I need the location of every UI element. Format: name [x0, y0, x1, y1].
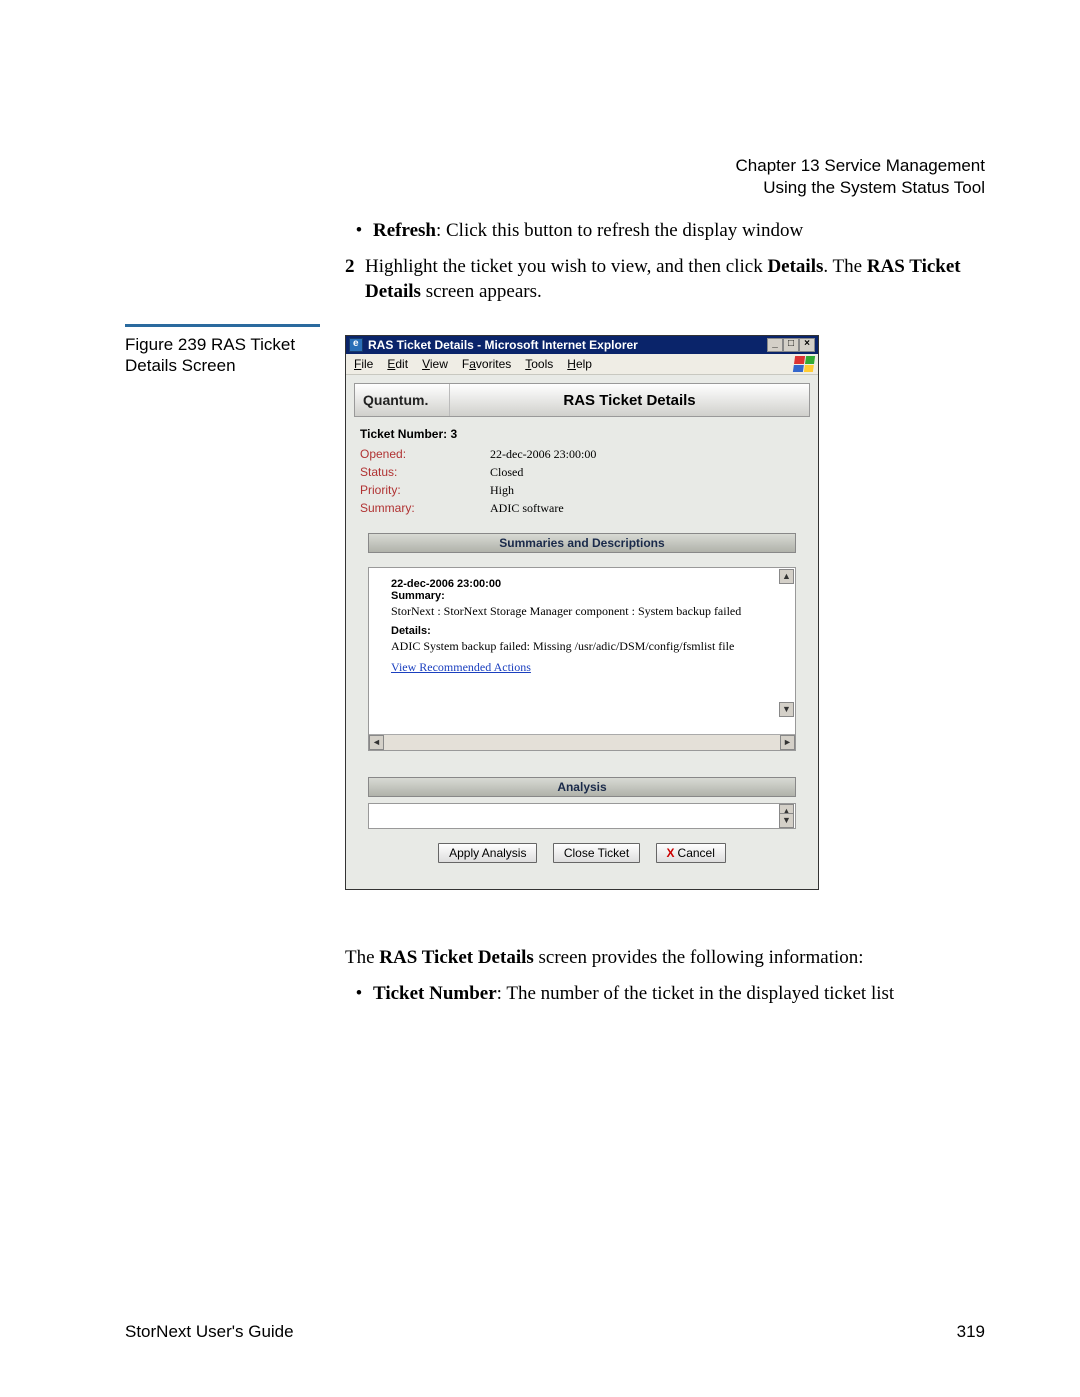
analysis-section-bar: Analysis	[368, 777, 796, 797]
menu-help[interactable]: Help	[567, 357, 592, 371]
cancel-x-icon: X	[667, 846, 675, 860]
menubar: File Edit View Favorites Tools Help	[346, 354, 818, 375]
scroll-right-button[interactable]: ►	[780, 735, 795, 750]
close-ticket-button[interactable]: Close Ticket	[553, 843, 640, 863]
body-text: • Refresh: Click this button to refresh …	[345, 218, 985, 305]
view-recommended-actions-link[interactable]: View Recommended Actions	[391, 660, 531, 674]
analysis-input[interactable]: ▲ ▼	[368, 803, 796, 829]
after-figure-text: The RAS Ticket Details screen provides t…	[345, 945, 985, 1006]
maximize-button[interactable]: □	[783, 338, 799, 352]
menu-tools[interactable]: Tools	[525, 357, 553, 371]
summary-value: ADIC software	[490, 501, 564, 516]
entry-summary-label: Summary:	[391, 590, 773, 602]
cancel-button[interactable]: XCancel	[656, 843, 726, 863]
priority-label: Priority:	[360, 483, 490, 498]
browser-window: RAS Ticket Details - Microsoft Internet …	[345, 335, 819, 890]
scroll-down-button[interactable]: ▼	[779, 702, 794, 717]
opened-label: Opened:	[360, 447, 490, 462]
bullet-text: Ticket Number: The number of the ticket …	[373, 981, 894, 1007]
brand-logo: Quantum.	[355, 384, 450, 416]
windows-logo-icon	[793, 356, 815, 372]
entry-timestamp: 22-dec-2006 23:00:00	[391, 578, 773, 590]
opened-value: 22-dec-2006 23:00:00	[490, 447, 596, 462]
figure-caption: Figure 239 RAS Ticket Details Screen	[125, 334, 320, 377]
priority-value: High	[490, 483, 514, 498]
status-value: Closed	[490, 465, 523, 480]
summaries-section-bar: Summaries and Descriptions	[368, 533, 796, 553]
minimize-button[interactable]: _	[767, 338, 783, 352]
status-label: Status:	[360, 465, 490, 480]
summary-label: Summary:	[360, 501, 490, 516]
ie-icon	[349, 338, 363, 352]
entry-details-text: ADIC System backup failed: Missing /usr/…	[391, 639, 773, 654]
summaries-pane: 22-dec-2006 23:00:00 Summary: StorNext :…	[368, 567, 796, 751]
menu-view[interactable]: View	[422, 357, 448, 371]
scroll-left-button[interactable]: ◄	[369, 735, 384, 750]
horizontal-scrollbar[interactable]: ◄ ►	[369, 734, 795, 750]
bullet-text: Refresh: Click this button to refresh th…	[373, 218, 803, 244]
entry-details-label: Details:	[391, 625, 773, 637]
bullet: •	[345, 981, 373, 1007]
entry-summary-text: StorNext : StorNext Storage Manager comp…	[391, 604, 773, 619]
page-title: RAS Ticket Details	[450, 384, 809, 416]
titlebar: RAS Ticket Details - Microsoft Internet …	[346, 336, 818, 354]
analysis-scroll-down[interactable]: ▼	[779, 813, 794, 828]
close-window-button[interactable]: ×	[799, 338, 815, 352]
page-header-band: Quantum. RAS Ticket Details	[354, 383, 810, 417]
footer-page-number: 319	[957, 1322, 985, 1342]
refresh-term: Refresh	[373, 220, 436, 241]
apply-analysis-button[interactable]: Apply Analysis	[438, 843, 537, 863]
footer-guide-title: StorNext User's Guide	[125, 1322, 294, 1342]
step-number: 2	[345, 254, 365, 305]
menu-favorites[interactable]: Favorites	[462, 357, 511, 371]
ticket-number: Ticket Number: 3	[360, 427, 804, 441]
step-text: Highlight the ticket you wish to view, a…	[365, 254, 985, 305]
menu-edit[interactable]: Edit	[387, 357, 408, 371]
figure-rule	[125, 324, 320, 327]
section-label: Using the System Status Tool	[736, 177, 985, 199]
window-title: RAS Ticket Details - Microsoft Internet …	[368, 338, 767, 352]
scroll-up-button[interactable]: ▲	[779, 569, 794, 584]
page-header: Chapter 13 Service Management Using the …	[736, 155, 985, 199]
bullet: •	[345, 218, 373, 244]
menu-file[interactable]: File	[354, 357, 373, 371]
chapter-label: Chapter 13 Service Management	[736, 155, 985, 177]
